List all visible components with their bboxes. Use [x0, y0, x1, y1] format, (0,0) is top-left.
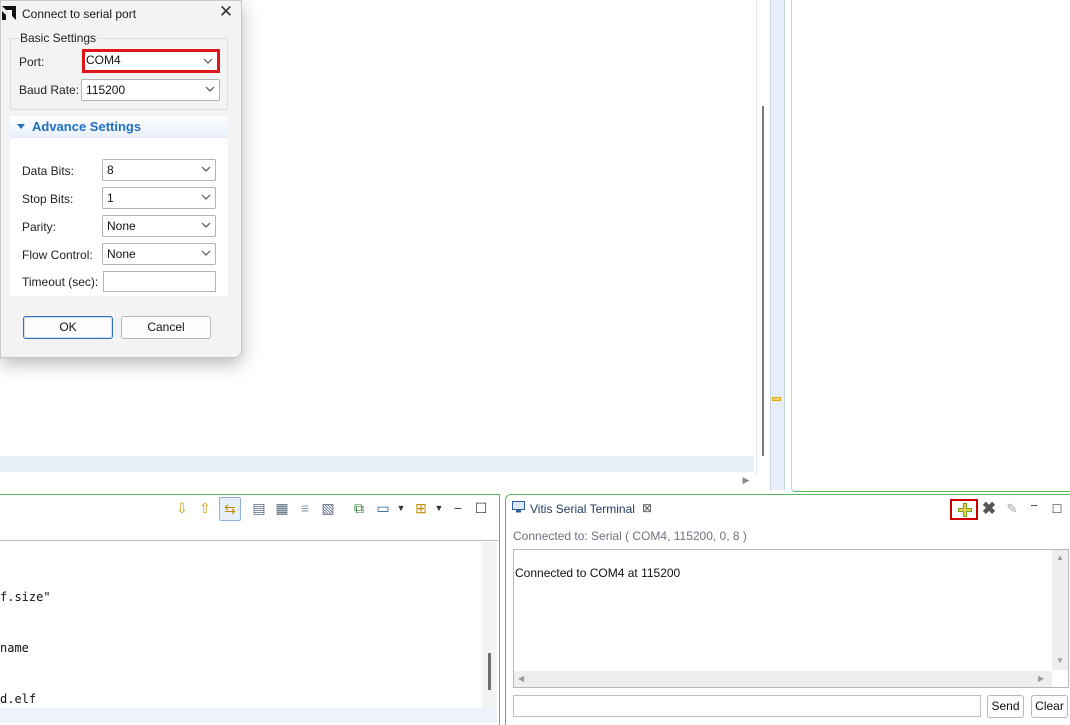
maximize-icon[interactable]: ☐ — [1047, 499, 1067, 519]
baud-rate-select[interactable]: 115200 — [81, 79, 220, 101]
send-button[interactable]: Send — [987, 695, 1024, 718]
chevron-down-icon — [205, 86, 215, 92]
parity-select[interactable]: None — [102, 215, 216, 237]
parity-label: Parity: — [22, 220, 57, 234]
chevron-down-icon — [201, 194, 211, 200]
maximize-icon[interactable]: ☐ — [471, 497, 491, 519]
ok-button[interactable]: OK — [23, 316, 113, 339]
new-console-icon[interactable]: ⊞ — [411, 497, 431, 519]
terminal-send-input[interactable] — [513, 695, 981, 717]
close-icon[interactable]: ✕ — [216, 2, 236, 22]
baud-rate-label: Baud Rate: — [19, 83, 80, 97]
console-toolbar: ⇩ ⇧ ⇆ ▤ ▦ ≡ ▧ ⧉ ▭ ▼ ⊞ ▼ − ☐ — [0, 497, 498, 521]
console-scroll-thumb[interactable] — [488, 653, 491, 690]
arrow-up-icon[interactable]: ⇧ — [195, 497, 215, 519]
data-bits-label: Data Bits: — [22, 164, 75, 178]
terminal-output-text: Connected to COM4 at 115200 — [515, 566, 681, 580]
open-console-icon[interactable]: ⧉ — [349, 497, 369, 519]
console-divider — [0, 540, 498, 541]
close-tab-icon[interactable]: ⊠ — [642, 501, 652, 515]
console-line: f.size" — [0, 590, 51, 604]
scroll-down-arrow-icon[interactable]: ▼ — [1056, 656, 1064, 665]
tab-label: Vitis Serial Terminal — [530, 502, 635, 516]
port-select[interactable]: COM4 — [82, 49, 220, 73]
display-console-icon[interactable]: ▭ — [373, 497, 393, 519]
console-output: f.size" name d.elf — [0, 555, 480, 725]
timeout-input[interactable] — [103, 271, 216, 292]
chevron-down-icon — [203, 58, 213, 64]
tab-vitis-serial-terminal[interactable]: Vitis Serial Terminal ⊠ — [508, 498, 660, 520]
monitor-icon — [512, 501, 525, 513]
timeout-label: Timeout (sec): — [22, 275, 99, 289]
link-icon[interactable]: ⇆ — [219, 497, 241, 521]
stop-bits-label: Stop Bits: — [22, 192, 74, 206]
flow-control-label: Flow Control: — [22, 248, 93, 262]
dialog-title: Connect to serial port — [22, 7, 137, 21]
right-side-panel — [791, 0, 1070, 492]
advance-settings-toggle[interactable]: Advance Settings — [10, 116, 228, 138]
terminal-horizontal-scrollbar[interactable]: ◀ ▶ — [514, 671, 1052, 687]
terminal-vertical-scrollbar[interactable]: ▲ ▼ — [1052, 550, 1068, 670]
console-line: d.elf — [0, 692, 37, 706]
minimize-icon[interactable]: − — [448, 497, 468, 519]
chevron-down-icon — [201, 250, 211, 256]
expand-triangle-icon — [17, 124, 25, 129]
amd-logo-icon — [2, 6, 16, 20]
overview-ruler — [770, 0, 785, 490]
clear-button[interactable]: Clear — [1031, 695, 1068, 718]
stop-bits-value: 1 — [107, 191, 114, 205]
scroll-right-arrow-icon[interactable]: ▶ — [740, 474, 752, 486]
add-connection-icon — [958, 503, 972, 517]
console-line: name — [0, 641, 29, 655]
editor-horizontal-scrollbar[interactable] — [0, 456, 754, 472]
flow-control-value: None — [107, 247, 136, 261]
add-connection-button[interactable] — [950, 499, 978, 520]
ruler-marker[interactable] — [772, 397, 781, 401]
chevron-down-icon — [201, 166, 211, 172]
disconnect-icon[interactable]: ✖ — [979, 499, 999, 519]
data-bits-value: 8 — [107, 163, 114, 177]
chevron-down-icon[interactable]: ▼ — [391, 497, 411, 519]
parity-value: None — [107, 219, 136, 233]
cancel-button[interactable]: Cancel — [121, 316, 211, 339]
flow-control-select[interactable]: None — [102, 243, 216, 265]
chevron-down-icon[interactable]: ▼ — [429, 497, 449, 519]
advance-settings-label: Advance Settings — [32, 119, 142, 134]
port-value: COM4 — [86, 53, 121, 67]
data-bits-select[interactable]: 8 — [102, 159, 216, 181]
basic-settings-legend: Basic Settings — [18, 31, 99, 45]
scroll-up-arrow-icon[interactable]: ▲ — [1056, 553, 1064, 562]
word-wrap-icon[interactable]: ≡ — [295, 497, 315, 519]
console-horizontal-scrollbar[interactable] — [0, 708, 497, 723]
editor-scroll-thumb[interactable] — [762, 106, 764, 456]
baud-rate-value: 115200 — [86, 83, 126, 97]
chevron-down-icon — [201, 222, 211, 228]
port-label: Port: — [19, 55, 45, 69]
scroll-right-arrow-icon[interactable]: ▶ — [1038, 674, 1044, 683]
stop-bits-select[interactable]: 1 — [102, 187, 216, 209]
lock-icon[interactable]: ▦ — [272, 497, 292, 519]
clear-console-icon[interactable]: ▧ — [318, 497, 338, 519]
scroll-left-arrow-icon[interactable]: ◀ — [518, 674, 524, 683]
pin-icon[interactable]: ▤ — [249, 497, 269, 519]
clear-terminal-icon[interactable]: ✎ — [1002, 499, 1022, 519]
connection-status: Connected to: Serial ( COM4, 115200, 0, … — [513, 529, 747, 543]
minimize-icon[interactable]: − — [1024, 496, 1044, 516]
arrow-down-icon[interactable]: ⇩ — [172, 497, 192, 519]
